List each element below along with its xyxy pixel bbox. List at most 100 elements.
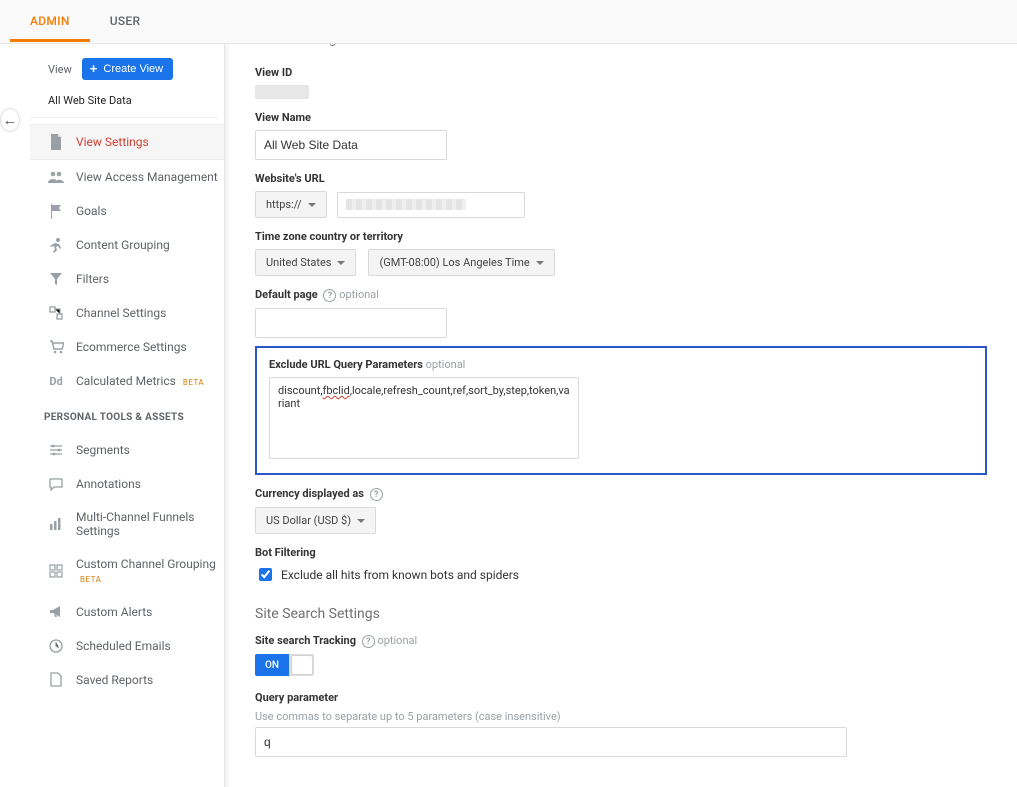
main-panel: Basic Settings View ID View Name Website… <box>225 44 1005 787</box>
section-site-search: Site Search Settings <box>255 606 987 622</box>
label-bot-filtering: Bot Filtering <box>255 546 987 559</box>
nav-scheduled-emails[interactable]: Scheduled Emails <box>30 629 224 663</box>
nav-segments[interactable]: Segments <box>30 433 224 467</box>
tab-admin[interactable]: ADMIN <box>10 1 90 42</box>
currency-value: US Dollar (USD $) <box>266 514 351 527</box>
input-query-param[interactable] <box>255 727 847 757</box>
view-selector[interactable]: All Web Site Data <box>30 88 218 118</box>
sidebar: View + Create View All Web Site Data Vie… <box>30 44 225 787</box>
hint-query-param: Use commas to separate up to 5 parameter… <box>255 710 987 723</box>
caret-down-icon <box>357 519 365 523</box>
label-query-param: Query parameter <box>255 691 987 704</box>
select-currency[interactable]: US Dollar (USD $) <box>255 507 376 534</box>
nav-label: Segments <box>76 443 130 457</box>
textarea-exclude-params[interactable]: discount,fbclid,locale,refresh_count,ref… <box>269 377 579 459</box>
input-website-url[interactable] <box>337 192 525 218</box>
exclude-params-highlight: Exclude URL Query Parameters optional di… <box>255 346 987 475</box>
nav-label: Scheduled Emails <box>76 639 171 653</box>
admin-nav: View Settings View Access Management Goa… <box>30 124 224 398</box>
caret-down-icon <box>536 261 544 265</box>
sidebar-group-title: PERSONAL TOOLS & ASSETS <box>30 398 224 427</box>
nav-goals[interactable]: Goals <box>30 194 224 228</box>
top-tab-bar: ADMIN USER <box>0 0 1017 44</box>
beta-badge: BETA <box>80 575 101 584</box>
clock-icon <box>48 638 64 654</box>
view-id-value <box>255 85 309 99</box>
beta-badge: BETA <box>183 378 204 387</box>
label-exclude-params: Exclude URL Query Parameters optional <box>269 358 973 371</box>
select-tz-value[interactable]: (GMT-08:00) Los Angeles Time <box>368 249 554 276</box>
dd-icon: Dd <box>48 373 64 389</box>
checkbox-input[interactable] <box>259 568 272 581</box>
nav-ecommerce[interactable]: Ecommerce Settings <box>30 330 224 364</box>
nav-label: Saved Reports <box>76 673 153 687</box>
section-basic-settings: Basic Settings <box>255 44 987 54</box>
tz-country-value: United States <box>266 256 331 269</box>
nav-custom-channel-grouping[interactable]: Custom Channel Grouping BETA <box>30 548 224 595</box>
back-button[interactable]: ← <box>0 108 20 132</box>
create-view-button[interactable]: + Create View <box>82 58 173 80</box>
nav-label: Content Grouping <box>76 238 170 252</box>
view-column-label: View <box>48 63 72 76</box>
nav-channel-settings[interactable]: Channel Settings <box>30 296 224 330</box>
label-currency: Currency displayed as ? <box>255 487 987 501</box>
nav-label: Multi-Channel FunnelsSettings <box>76 510 194 539</box>
nav-label: Ecommerce Settings <box>76 340 187 354</box>
toggle-site-search[interactable]: ON <box>255 654 314 676</box>
help-icon[interactable]: ? <box>362 635 375 648</box>
label-view-id: View ID <box>255 66 987 79</box>
nav-label: Goals <box>76 204 107 218</box>
nav-view-settings[interactable]: View Settings <box>30 124 224 160</box>
cart-icon <box>48 339 64 355</box>
nav-calculated-metrics[interactable]: Dd Calculated Metrics BETA <box>30 364 224 398</box>
nav-label: View Settings <box>76 135 149 149</box>
select-tz-country[interactable]: United States <box>255 249 356 276</box>
nav-label: View Access Management <box>76 170 218 184</box>
nav-label: Filters <box>76 272 109 286</box>
people-icon <box>48 169 64 185</box>
caret-down-icon <box>308 203 316 207</box>
nav-label: Channel Settings <box>76 306 166 320</box>
nav-content-grouping[interactable]: Content Grouping <box>30 228 224 262</box>
create-view-label: Create View <box>103 63 163 75</box>
tools-nav: Segments Annotations Multi-Channel Funne… <box>30 433 224 697</box>
nav-view-access[interactable]: View Access Management <box>30 160 224 194</box>
nav-saved-reports[interactable]: Saved Reports <box>30 663 224 697</box>
checkbox-label: Exclude all hits from known bots and spi… <box>281 568 519 582</box>
help-icon[interactable]: ? <box>323 289 336 302</box>
label-website-url: Website's URL <box>255 172 987 185</box>
toggle-knob <box>292 656 312 674</box>
sliders-icon <box>48 442 64 458</box>
person-run-icon <box>48 237 64 253</box>
checkbox-bot-filtering[interactable]: Exclude all hits from known bots and spi… <box>255 565 987 584</box>
input-view-name[interactable] <box>255 130 447 160</box>
tz-value: (GMT-08:00) Los Angeles Time <box>379 256 529 269</box>
channel-icon <box>48 305 64 321</box>
select-url-scheme[interactable]: https:// <box>255 191 327 218</box>
scheme-value: https:// <box>266 198 302 211</box>
help-icon[interactable]: ? <box>370 488 383 501</box>
nav-mcf-settings[interactable]: Multi-Channel FunnelsSettings <box>30 501 224 548</box>
input-default-page[interactable] <box>255 308 447 338</box>
nav-label: Annotations <box>76 477 141 491</box>
nav-label: Custom Alerts <box>76 605 152 619</box>
chat-icon <box>48 476 64 492</box>
tab-user[interactable]: USER <box>90 1 161 42</box>
grid-icon <box>48 563 64 579</box>
nav-annotations[interactable]: Annotations <box>30 467 224 501</box>
nav-label: Calculated Metrics <box>76 374 176 388</box>
nav-custom-alerts[interactable]: Custom Alerts <box>30 595 224 629</box>
funnel-icon <box>48 271 64 287</box>
megaphone-icon <box>48 604 64 620</box>
toggle-on-label: ON <box>255 654 289 676</box>
label-timezone: Time zone country or territory <box>255 230 987 243</box>
label-default-page: Default page ? optional <box>255 288 987 302</box>
redacted-url <box>346 199 466 210</box>
label-view-name: View Name <box>255 111 987 124</box>
flag-icon <box>48 203 64 219</box>
bars-icon <box>48 516 64 532</box>
label-site-search-tracking: Site search Tracking ? optional <box>255 634 987 648</box>
nav-filters[interactable]: Filters <box>30 262 224 296</box>
doc-icon <box>48 672 64 688</box>
nav-label: Custom Channel Grouping <box>76 557 216 571</box>
